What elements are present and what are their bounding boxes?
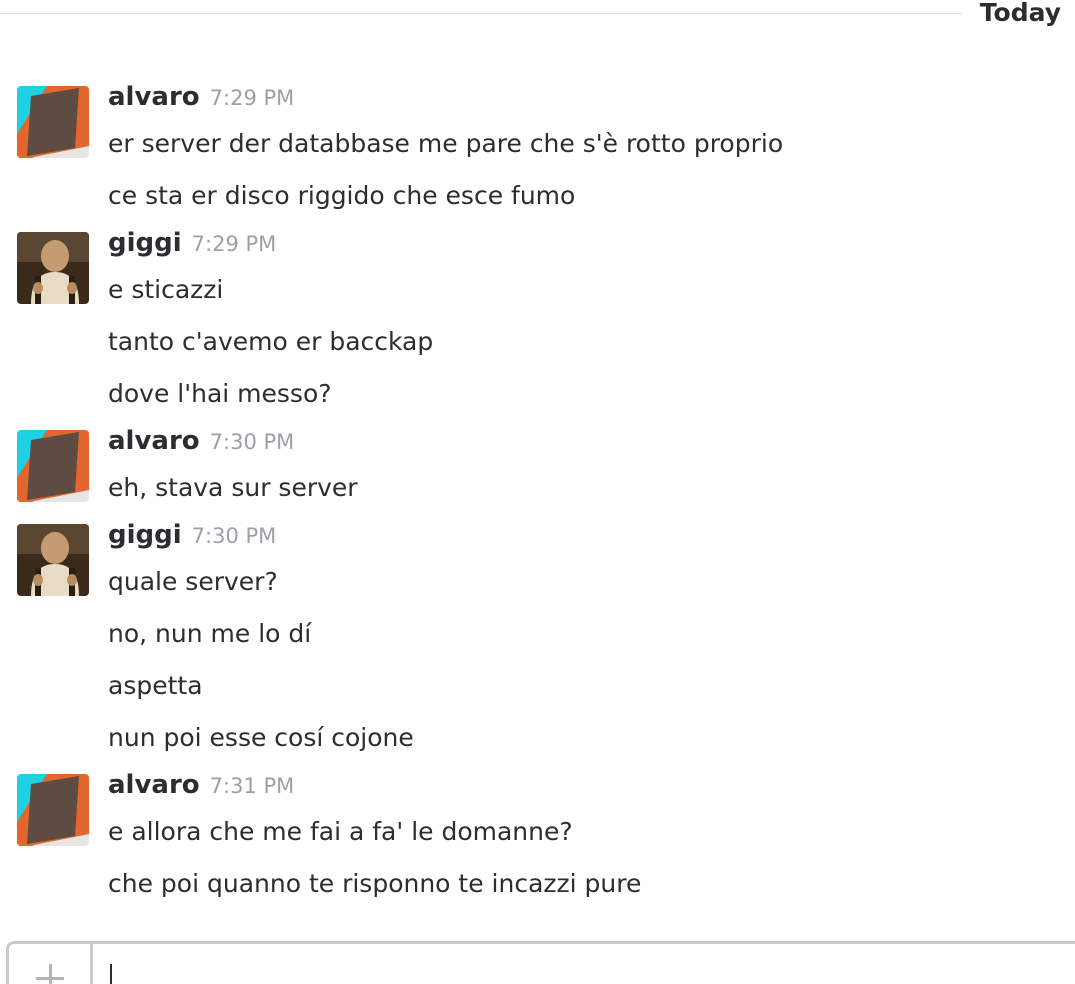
alvaro-geometric-avatar-icon <box>17 430 89 502</box>
giggi-photo-avatar-icon <box>17 232 89 304</box>
avatar[interactable] <box>17 774 89 846</box>
text-caret <box>110 964 112 984</box>
giggi-photo-avatar-icon <box>17 524 89 596</box>
chat-view: Today alvaro 7:29 PM er server der databb… <box>0 0 1075 984</box>
message-meta: alvaro 7:31 PM <box>108 770 294 800</box>
message-text: eh, stava sur server <box>108 473 358 502</box>
message-meta: giggi 7:29 PM <box>108 228 276 258</box>
message-text: e allora che me fai a fa' le domanne? <box>108 817 573 846</box>
divider-rule <box>0 13 962 14</box>
message-composer <box>6 941 1075 984</box>
day-divider-label: Today <box>971 0 1061 27</box>
message-text: quale server? <box>108 567 278 596</box>
avatar[interactable] <box>17 86 89 158</box>
message-meta: alvaro 7:30 PM <box>108 426 294 456</box>
author-name[interactable]: giggi <box>108 228 182 258</box>
timestamp[interactable]: 7:29 PM <box>192 232 277 256</box>
alvaro-geometric-avatar-icon <box>17 86 89 158</box>
attach-button[interactable] <box>9 944 93 984</box>
avatar[interactable] <box>17 430 89 502</box>
timestamp[interactable]: 7:29 PM <box>210 86 295 110</box>
message-meta: alvaro 7:29 PM <box>108 82 294 112</box>
message-text: no, nun me lo dí <box>108 619 312 648</box>
message-text: tanto c'avemo er bacckap <box>108 327 434 356</box>
day-divider: Today <box>0 0 1075 30</box>
timestamp[interactable]: 7:31 PM <box>210 774 295 798</box>
author-name[interactable]: alvaro <box>108 770 200 800</box>
message-text: ce sta er disco riggido che esce fumo <box>108 181 576 210</box>
message-text: dove l'hai messo? <box>108 379 332 408</box>
message-text: che poi quanno te risponno te incazzi pu… <box>108 869 642 898</box>
message-text: er server der databbase me pare che s'è … <box>108 129 784 158</box>
message-text: aspetta <box>108 671 203 700</box>
message-text: e sticazzi <box>108 275 224 304</box>
timestamp[interactable]: 7:30 PM <box>210 430 295 454</box>
author-name[interactable]: alvaro <box>108 82 200 112</box>
plus-icon-stem <box>49 964 52 984</box>
avatar[interactable] <box>17 232 89 304</box>
avatar[interactable] <box>17 524 89 596</box>
author-name[interactable]: alvaro <box>108 426 200 456</box>
author-name[interactable]: giggi <box>108 520 182 550</box>
message-input[interactable] <box>105 954 1009 984</box>
timestamp[interactable]: 7:30 PM <box>192 524 277 548</box>
message-text: nun poi esse cosí cojone <box>108 723 414 752</box>
alvaro-geometric-avatar-icon <box>17 774 89 846</box>
message-meta: giggi 7:30 PM <box>108 520 276 550</box>
